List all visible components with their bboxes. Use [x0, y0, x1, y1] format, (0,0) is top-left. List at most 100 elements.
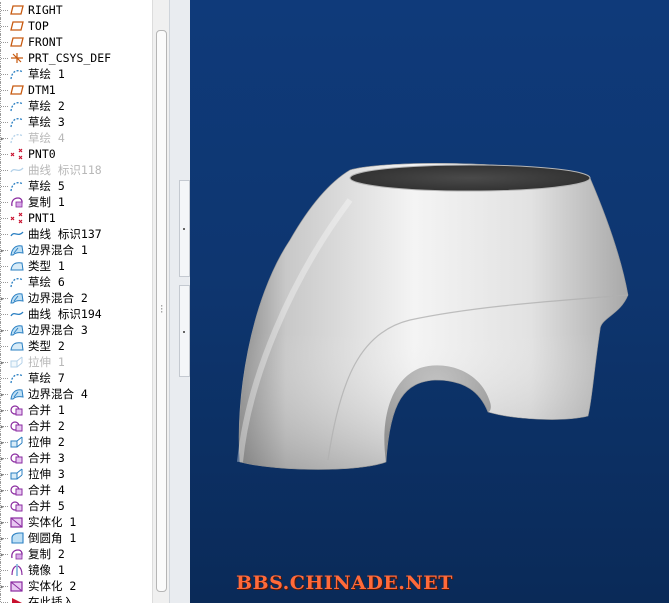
expand-arrow-icon[interactable]: ▸ [0, 247, 5, 255]
tree-item[interactable]: ▸ 合并 1 [0, 402, 152, 418]
tree-item[interactable]: ▸ 边界混合 2 [0, 290, 152, 306]
coordinate-system-icon [10, 52, 24, 64]
tree-item-label: DTM1 [28, 83, 56, 97]
surface-icon [10, 260, 24, 272]
tree-item[interactable]: RIGHT [0, 2, 152, 18]
expand-arrow-icon[interactable]: ▸ [0, 439, 5, 447]
merge-icon [10, 404, 24, 416]
tree-item[interactable]: PRT_CSYS_DEF [0, 50, 152, 66]
tree-item-label: 合并 2 [28, 419, 65, 433]
tree-item-label: PNT0 [28, 147, 56, 161]
boundary-blend-icon [10, 388, 24, 400]
tree-item[interactable]: ▸ 合并 4 [0, 482, 152, 498]
tree-item-label: 边界混合 3 [28, 323, 88, 337]
scrollbar-grip-icon: · · · [159, 302, 165, 318]
datum-plane-icon [10, 84, 24, 96]
tree-item[interactable]: ▸ 实体化 1 [0, 514, 152, 530]
expand-arrow-icon[interactable]: ▸ [0, 471, 5, 479]
expand-arrow-icon[interactable]: ▸ [0, 135, 5, 143]
tree-item[interactable]: 在此插入 [0, 594, 152, 603]
expand-arrow-icon[interactable]: ▸ [0, 391, 5, 399]
tree-item[interactable]: ▸ 边界混合 1 [0, 242, 152, 258]
tree-item[interactable]: ▸ 拉伸 3 [0, 466, 152, 482]
tree-item-label: 曲线 标识118 [28, 163, 102, 177]
expand-arrow-icon[interactable]: ▸ [0, 407, 5, 415]
tree-item[interactable]: 复制 1 [0, 194, 152, 210]
expand-arrow-icon[interactable]: ▸ [0, 583, 5, 591]
tree-item[interactable]: ▸ 拉伸 2 [0, 434, 152, 450]
expand-arrow-icon[interactable]: ▸ [0, 327, 5, 335]
surface-icon [10, 340, 24, 352]
expand-arrow-icon[interactable]: ▸ [0, 295, 5, 303]
splitter-dot-icon [183, 228, 185, 230]
tree-item[interactable]: 类型 2 [0, 338, 152, 354]
sketch-icon [10, 372, 24, 384]
expand-arrow-icon[interactable]: ▸ [0, 519, 5, 527]
tree-item[interactable]: ▸ 边界混合 3 [0, 322, 152, 338]
tree-item[interactable]: 草绘 5 [0, 178, 152, 194]
tree-item[interactable]: ▸ 拉伸 1 [0, 354, 152, 370]
tree-connector [0, 18, 9, 34]
sketch-icon [10, 116, 24, 128]
tree-item[interactable]: PNT0 [0, 146, 152, 162]
tree-item-label: 在此插入 [28, 595, 74, 603]
sketch-icon [10, 180, 24, 192]
tree-item[interactable]: TOP [0, 18, 152, 34]
tree-item-label: PRT_CSYS_DEF [28, 51, 112, 65]
tree-item[interactable]: 曲线 标识194 [0, 306, 152, 322]
tree-item[interactable]: 草绘 7 [0, 370, 152, 386]
tree-item-label: FRONT [28, 35, 63, 49]
tree-item[interactable]: 草绘 2 [0, 98, 152, 114]
graphics-viewport[interactable]: BBS.CHINADE.NET [190, 0, 669, 603]
tree-item[interactable]: ▸ 合并 2 [0, 418, 152, 434]
tree-item-label: 复制 1 [28, 195, 65, 209]
tree-item[interactable]: DTM1 [0, 82, 152, 98]
sketch-icon [10, 132, 24, 144]
tree-connector [0, 178, 9, 194]
expand-arrow-icon[interactable]: ▸ [0, 487, 5, 495]
tree-connector [0, 594, 9, 603]
tree-connector [0, 34, 9, 50]
tree-item[interactable]: 草绘 1 [0, 66, 152, 82]
curve-icon [10, 308, 24, 320]
tree-item[interactable]: 草绘 6 [0, 274, 152, 290]
solidify-icon [10, 516, 24, 528]
tree-item-label: 边界混合 1 [28, 243, 88, 257]
tree-item-label: 边界混合 4 [28, 387, 88, 401]
tree-item-label: PNT1 [28, 211, 56, 225]
tree-item[interactable]: ▸ 倒圆角 1 [0, 530, 152, 546]
expand-arrow-icon[interactable]: ▸ [0, 359, 5, 367]
tree-connector [0, 370, 9, 386]
tree-item[interactable]: ▸ 合并 5 [0, 498, 152, 514]
datum-plane-icon [10, 20, 24, 32]
tree-item[interactable]: 镜像 1 [0, 562, 152, 578]
expand-arrow-icon[interactable]: ▸ [0, 455, 5, 463]
boundary-blend-icon [10, 292, 24, 304]
curve-icon [10, 228, 24, 240]
expand-arrow-icon[interactable]: ▸ [0, 423, 5, 431]
copy-icon [10, 548, 24, 560]
expand-arrow-icon[interactable]: ▸ [0, 535, 5, 543]
tree-item[interactable]: 类型 1 [0, 258, 152, 274]
tree-item-label: 复制 2 [28, 547, 65, 561]
merge-icon [10, 500, 24, 512]
sketch-icon [10, 100, 24, 112]
tree-item[interactable]: PNT1 [0, 210, 152, 226]
tree-item[interactable]: 曲线 标识118 [0, 162, 152, 178]
tree-item[interactable]: FRONT [0, 34, 152, 50]
expand-arrow-icon[interactable]: ▸ [0, 551, 5, 559]
tree-item[interactable]: 草绘 3 [0, 114, 152, 130]
tree-item[interactable]: ▸ 实体化 2 [0, 578, 152, 594]
tree-item[interactable]: ▸ 合并 3 [0, 450, 152, 466]
tree-item[interactable]: ▸ 边界混合 4 [0, 386, 152, 402]
tree-item[interactable]: ▸ 草绘 4 [0, 130, 152, 146]
tree-connector [0, 338, 9, 354]
3d-model-render[interactable] [190, 0, 669, 603]
tree-item[interactable]: ▸ 复制 2 [0, 546, 152, 562]
tree-item-label: 镜像 1 [28, 563, 65, 577]
datum-point-icon [10, 212, 24, 224]
tree-item-label: 边界混合 2 [28, 291, 88, 305]
tree-item[interactable]: 曲线 标识137 [0, 226, 152, 242]
datum-point-icon [10, 148, 24, 160]
expand-arrow-icon[interactable]: ▸ [0, 503, 5, 511]
